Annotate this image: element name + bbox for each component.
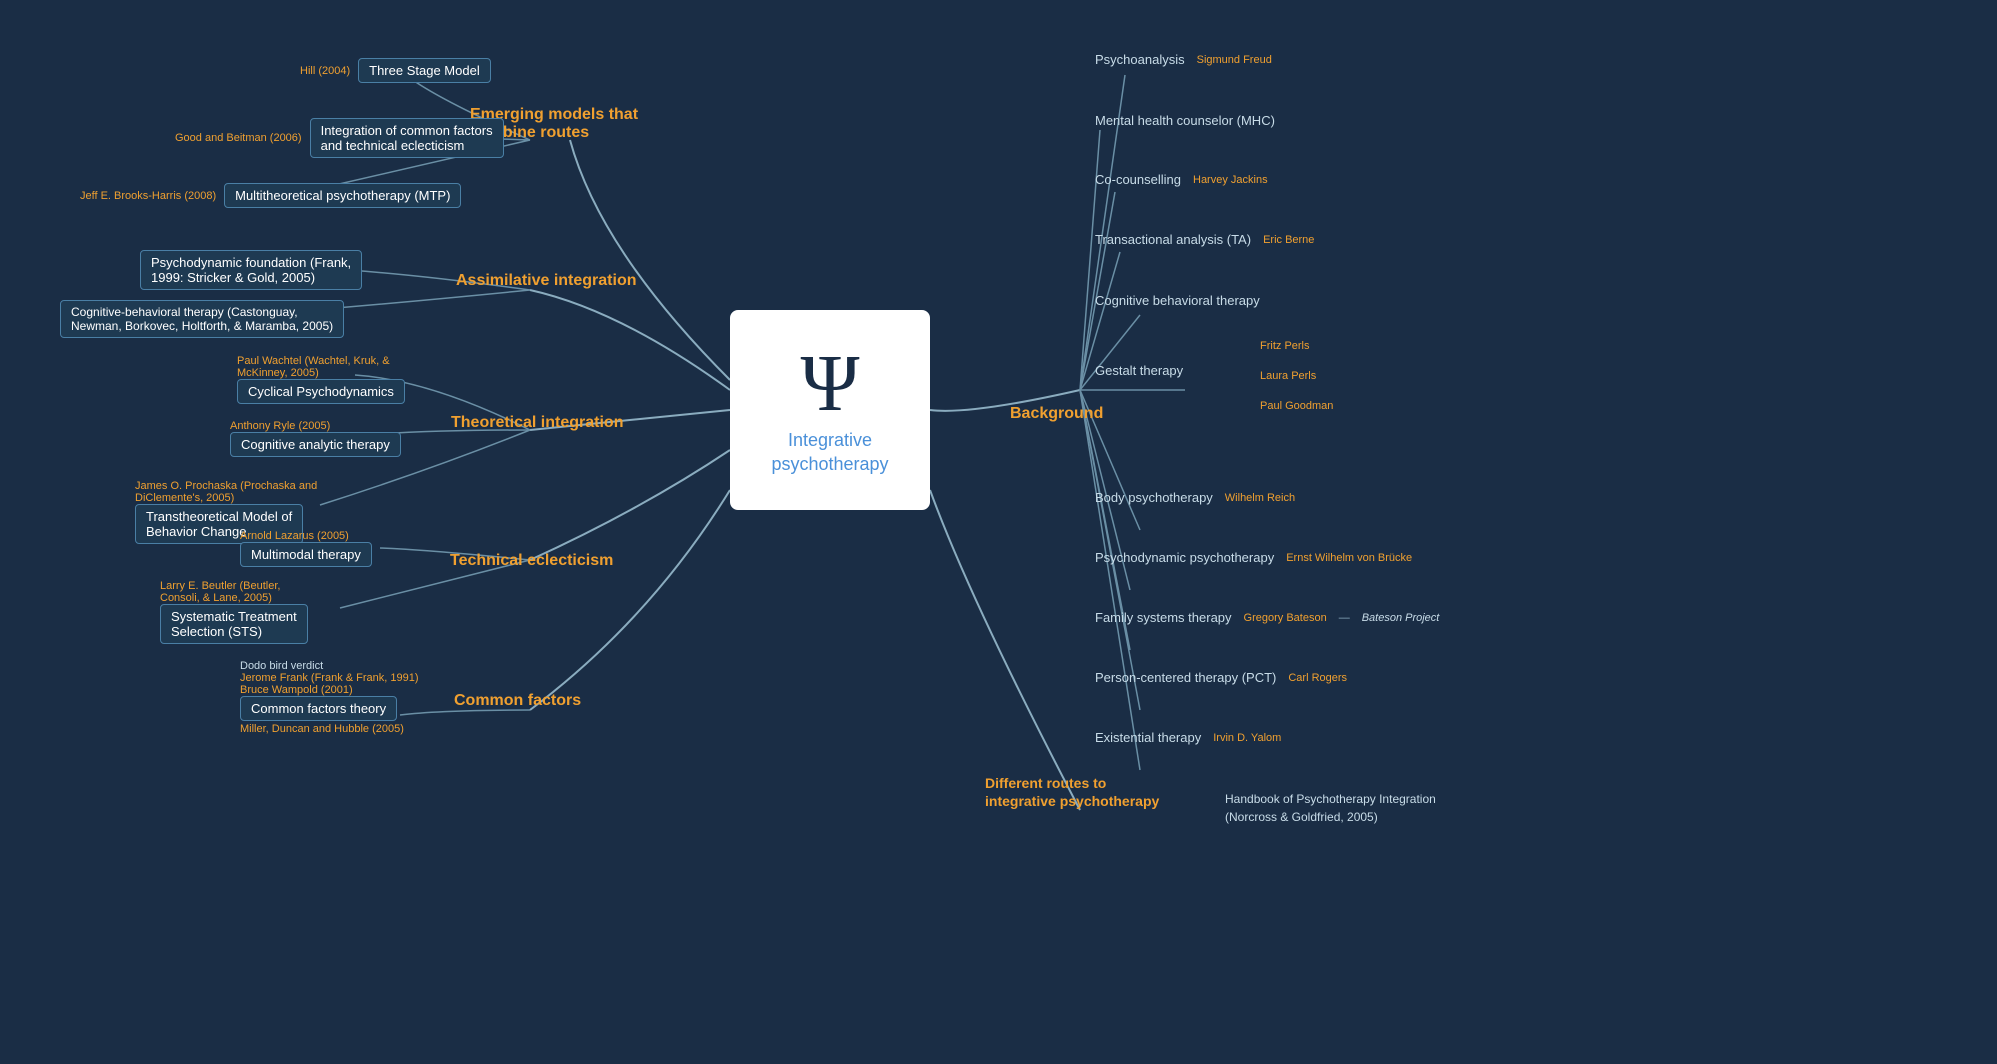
family-systems-node[interactable]: Family systems therapy Gregory Bateson —… bbox=[1095, 610, 1439, 625]
cbt-castonguay-node[interactable]: Cognitive-behavioral therapy (Castonguay… bbox=[60, 300, 344, 338]
systematic-node[interactable]: Larry E. Beutler (Beutler,Consoli, & Lan… bbox=[160, 580, 308, 644]
cocounselling-node[interactable]: Co-counselling Harvey Jackins bbox=[1095, 172, 1268, 187]
multimodal-node[interactable]: Arnold Lazarus (2005) Multimodal therapy bbox=[240, 530, 372, 567]
multitheoretical-node[interactable]: Jeff E. Brooks-Harris (2008) Multitheore… bbox=[80, 183, 461, 208]
gestalt-subnotes: Fritz Perls Laura Perls Paul Goodman bbox=[1260, 340, 1333, 412]
pct-node[interactable]: Person-centered therapy (PCT) Carl Roger… bbox=[1095, 670, 1347, 685]
integration-node[interactable]: Good and Beitman (2006) Integration of c… bbox=[175, 118, 504, 158]
body-psychotherapy-node[interactable]: Body psychotherapy Wilhelm Reich bbox=[1095, 490, 1295, 505]
cognitive-analytic-node[interactable]: Anthony Ryle (2005) Cognitive analytic t… bbox=[230, 420, 401, 457]
psychodynamic-foundation-node[interactable]: Psychodynamic foundation (Frank,1999: St… bbox=[140, 250, 362, 290]
assimilative-label: Assimilative integration bbox=[456, 272, 637, 290]
three-stage-node[interactable]: Hill (2004) Three Stage Model bbox=[300, 58, 491, 83]
cyclical-node[interactable]: Paul Wachtel (Wachtel, Kruk, &McKinney, … bbox=[237, 355, 405, 404]
ta-node[interactable]: Transactional analysis (TA) Eric Berne bbox=[1095, 232, 1314, 247]
existential-node[interactable]: Existential therapy Irvin D. Yalom bbox=[1095, 730, 1281, 745]
theoretical-label: Theoretical integration bbox=[451, 414, 623, 432]
psychoanalysis-node[interactable]: Psychoanalysis Sigmund Freud bbox=[1095, 52, 1272, 67]
psychodynamic-node[interactable]: Psychodynamic psychotherapy Ernst Wilhel… bbox=[1095, 550, 1412, 565]
psi-symbol: Ψ bbox=[800, 344, 859, 424]
common-factors-theory-node[interactable]: Dodo bird verdict Jerome Frank (Frank & … bbox=[240, 660, 419, 735]
different-routes-label: Different routes tointegrative psychothe… bbox=[985, 775, 1159, 811]
different-routes-note: Handbook of Psychotherapy Integration(No… bbox=[1225, 790, 1436, 826]
technical-label: Technical eclecticism bbox=[450, 552, 613, 570]
center-label: Integrativepsychotherapy bbox=[771, 429, 888, 476]
common-factors-label: Common factors bbox=[454, 692, 581, 710]
gestalt-node[interactable]: Gestalt therapy bbox=[1095, 362, 1183, 380]
cbt-node[interactable]: Cognitive behavioral therapy bbox=[1095, 292, 1260, 310]
center-node: Ψ Integrativepsychotherapy bbox=[730, 310, 930, 510]
background-branch-label: Background bbox=[1010, 405, 1103, 423]
mhc-node[interactable]: Mental health counselor (MHC) bbox=[1095, 112, 1275, 130]
